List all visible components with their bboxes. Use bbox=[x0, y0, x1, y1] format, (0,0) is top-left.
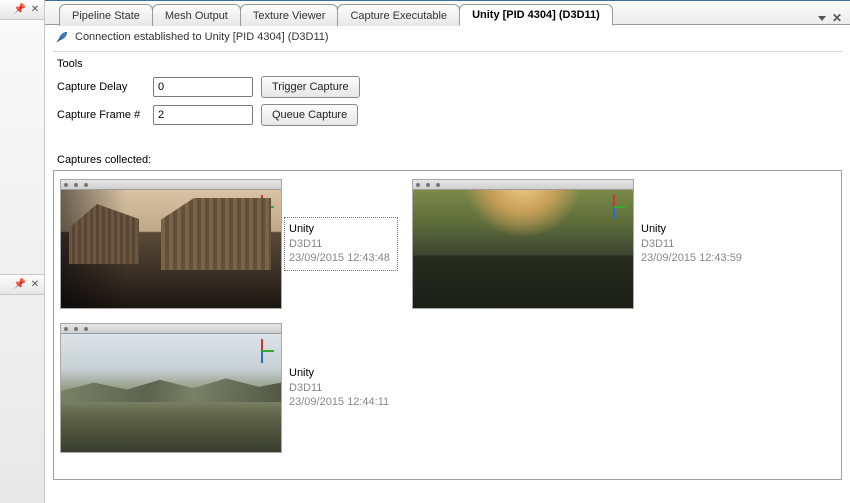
close-icon[interactable]: ✕ bbox=[29, 279, 41, 291]
tab-label: Pipeline State bbox=[72, 10, 140, 22]
thumbnail-scene bbox=[61, 190, 281, 308]
thumbnail-toolbar bbox=[61, 180, 281, 190]
capture-frame-input[interactable]: ▲ ▼ bbox=[153, 105, 253, 125]
capture-delay-label: Capture Delay bbox=[57, 81, 145, 93]
capture-name: Unity bbox=[641, 222, 745, 237]
connection-status-text: Connection established to Unity [PID 430… bbox=[75, 31, 329, 43]
side-dock-panel: 📌 ✕ bbox=[0, 0, 44, 275]
capture-timestamp: 23/09/2015 12:44:11 bbox=[289, 395, 393, 410]
capture-item[interactable]: UnityD3D1123/09/2015 12:44:11 bbox=[60, 323, 398, 453]
captures-heading: Captures collected: bbox=[45, 138, 850, 170]
capture-api: D3D11 bbox=[641, 237, 745, 252]
tab-label: Unity [PID 4304] (D3D11) bbox=[472, 9, 600, 21]
close-icon[interactable]: ✕ bbox=[832, 11, 842, 25]
tab-overflow-icon[interactable] bbox=[818, 16, 826, 21]
tab-strip: Pipeline State Mesh Output Texture Viewe… bbox=[45, 1, 850, 25]
capture-name: Unity bbox=[289, 366, 393, 381]
close-icon[interactable]: ✕ bbox=[29, 4, 41, 16]
capture-name: Unity bbox=[289, 222, 393, 237]
divider bbox=[53, 51, 842, 52]
thumbnail-scene bbox=[61, 334, 281, 452]
tab-label: Texture Viewer bbox=[253, 10, 326, 22]
capture-meta[interactable]: UnityD3D1123/09/2015 12:43:59 bbox=[636, 217, 750, 272]
connection-status-row: Connection established to Unity [PID 430… bbox=[45, 25, 850, 47]
tab-pipeline-state[interactable]: Pipeline State bbox=[59, 4, 153, 26]
capture-thumbnail[interactable] bbox=[60, 323, 282, 453]
trigger-capture-button[interactable]: Trigger Capture bbox=[261, 76, 360, 98]
tab-unity-live[interactable]: Unity [PID 4304] (D3D11) bbox=[459, 4, 613, 26]
tab-label: Mesh Output bbox=[165, 10, 228, 22]
capture-item[interactable]: UnityD3D1123/09/2015 12:43:48 bbox=[60, 179, 398, 309]
gizmo-icon bbox=[251, 196, 273, 218]
capture-api: D3D11 bbox=[289, 237, 393, 252]
pin-icon[interactable]: 📌 bbox=[14, 4, 26, 16]
thumbnail-toolbar bbox=[413, 180, 633, 190]
tools-section: Tools Capture Delay ▲ ▼ Trigger Capture … bbox=[45, 58, 850, 138]
tab-mesh-output[interactable]: Mesh Output bbox=[152, 4, 241, 26]
capture-timestamp: 23/09/2015 12:43:59 bbox=[641, 251, 745, 266]
capture-thumbnail[interactable] bbox=[60, 179, 282, 309]
capture-thumbnail[interactable] bbox=[412, 179, 634, 309]
tab-label: Capture Executable bbox=[350, 10, 447, 22]
queue-capture-button[interactable]: Queue Capture bbox=[261, 104, 358, 126]
captures-list: UnityD3D1123/09/2015 12:43:48UnityD3D112… bbox=[53, 170, 842, 480]
capture-timestamp: 23/09/2015 12:43:48 bbox=[289, 251, 393, 266]
capture-api: D3D11 bbox=[289, 381, 393, 396]
capture-delay-input[interactable]: ▲ ▼ bbox=[153, 77, 253, 97]
capture-meta[interactable]: UnityD3D1123/09/2015 12:44:11 bbox=[284, 361, 398, 416]
feather-icon bbox=[55, 30, 69, 44]
side-dock: 📌 ✕ 📌 ✕ bbox=[0, 0, 45, 503]
thumbnail-toolbar bbox=[61, 324, 281, 334]
capture-frame-label: Capture Frame # bbox=[57, 109, 145, 121]
gizmo-icon bbox=[603, 196, 625, 218]
tab-capture-executable[interactable]: Capture Executable bbox=[337, 4, 460, 26]
pin-icon[interactable]: 📌 bbox=[14, 279, 26, 291]
capture-meta[interactable]: UnityD3D1123/09/2015 12:43:48 bbox=[284, 217, 398, 272]
gizmo-icon bbox=[251, 340, 273, 362]
side-dock-panel: 📌 ✕ bbox=[0, 275, 44, 503]
tools-heading: Tools bbox=[57, 58, 838, 70]
capture-item[interactable]: UnityD3D1123/09/2015 12:43:59 bbox=[412, 179, 750, 309]
button-label: Queue Capture bbox=[272, 109, 347, 121]
button-label: Trigger Capture bbox=[272, 81, 349, 93]
main-panel: Pipeline State Mesh Output Texture Viewe… bbox=[45, 0, 850, 503]
tab-texture-viewer[interactable]: Texture Viewer bbox=[240, 4, 339, 26]
thumbnail-scene bbox=[413, 190, 633, 308]
